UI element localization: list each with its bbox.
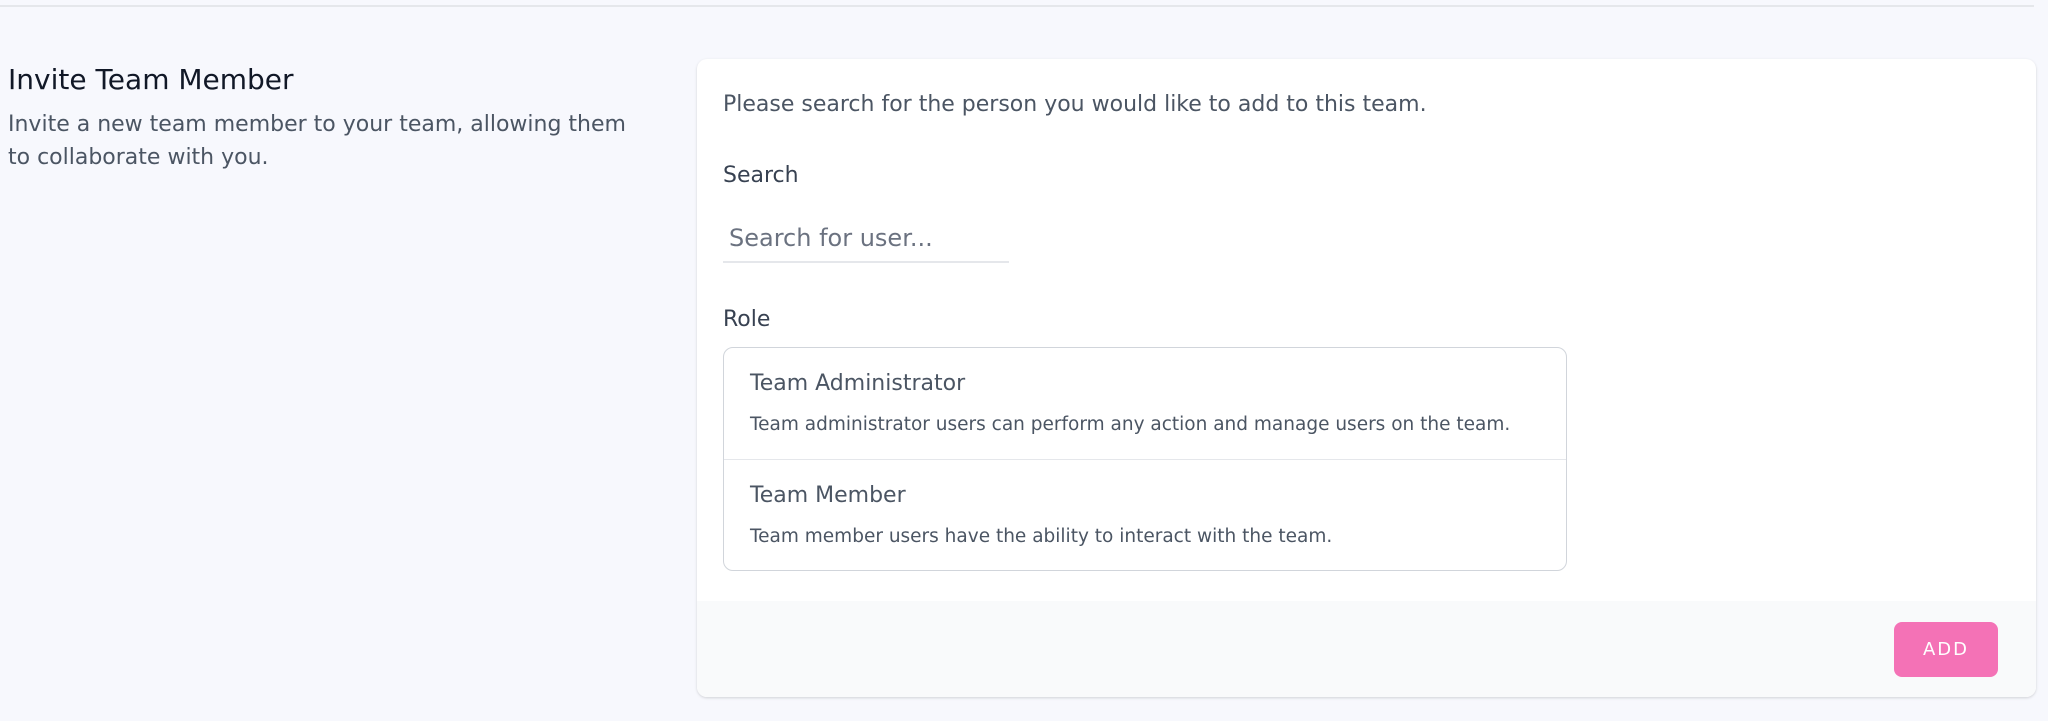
search-label: Search: [723, 163, 799, 188]
role-name: Team Member: [750, 483, 906, 508]
section-info: Invite Team Member Invite a new team mem…: [8, 60, 648, 174]
role-label: Role: [723, 307, 771, 332]
role-option-team-member[interactable]: Team Member Team member users have the a…: [724, 459, 1566, 570]
role-option-team-administrator[interactable]: Team Administrator Team administrator us…: [724, 348, 1566, 459]
intro-text: Please search for the person you would l…: [723, 92, 1427, 117]
role-description: Team administrator users can perform any…: [750, 414, 1511, 435]
card-footer: Add: [697, 601, 2036, 697]
search-input[interactable]: [723, 215, 1009, 263]
role-description: Team member users have the ability to in…: [750, 526, 1333, 547]
role-name: Team Administrator: [750, 371, 966, 396]
invite-card: Please search for the person you would l…: [697, 59, 2036, 697]
add-button[interactable]: Add: [1894, 622, 1998, 677]
role-list: Team Administrator Team administrator us…: [723, 347, 1567, 571]
section-title: Invite Team Member: [8, 63, 294, 96]
top-divider: [0, 5, 2034, 7]
section-description: Invite a new team member to your team, a…: [8, 112, 626, 170]
